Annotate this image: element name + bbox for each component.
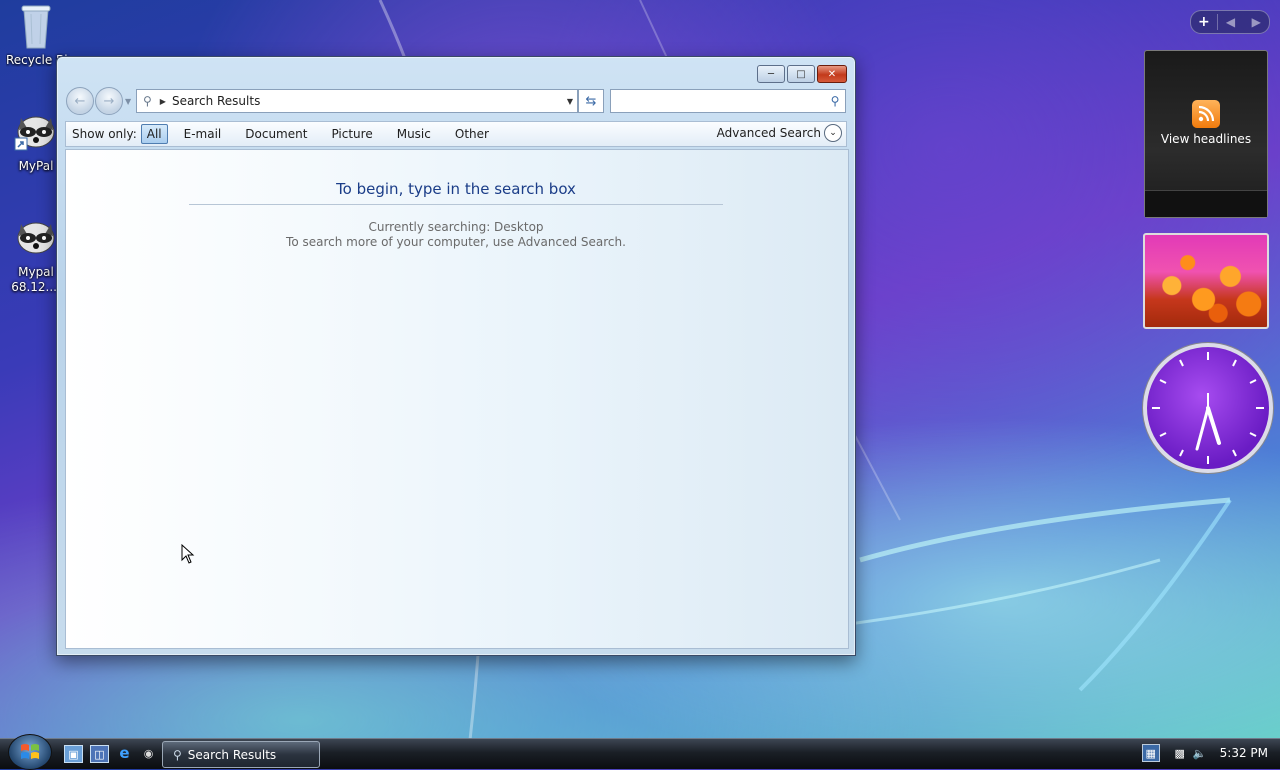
filter-music-button[interactable]: Music	[391, 124, 437, 144]
address-dropdown-button[interactable]: ▼	[563, 97, 577, 106]
maximize-button[interactable]: □	[787, 65, 815, 83]
forward-arrow-icon: →	[103, 93, 115, 109]
add-gadget-button[interactable]: +	[1191, 14, 1218, 30]
system-tray: ▦ ▩ 🔈 5:32 PM	[1141, 744, 1268, 762]
search-results-window[interactable]: ─ □ ✕ ← → ▼ ⚲ ▶ Search Results ▼ ⇆ ⚲ Sho…	[56, 56, 856, 656]
internet-explorer-icon[interactable]: e	[116, 744, 133, 762]
close-button[interactable]: ✕	[817, 65, 847, 83]
sidebar-controls: + ◀ ▶	[1190, 10, 1270, 34]
taskbar-button-label: Search Results	[187, 747, 277, 762]
clock-gadget[interactable]	[1143, 343, 1273, 473]
maximize-icon: □	[796, 68, 806, 80]
divider	[189, 204, 723, 205]
back-arrow-icon: ←	[74, 93, 86, 109]
advanced-search-label: Advanced Search	[716, 126, 821, 140]
forward-button[interactable]: →	[95, 87, 123, 115]
next-gadget-icon[interactable]: ▶	[1243, 15, 1269, 29]
rss-icon	[1192, 100, 1220, 128]
switch-windows-icon[interactable]: ◫	[90, 745, 109, 763]
filter-document-button[interactable]: Document	[239, 124, 313, 144]
minimize-button[interactable]: ─	[757, 65, 785, 83]
address-bar[interactable]: ⚲ ▶ Search Results ▼	[136, 89, 578, 113]
refresh-button[interactable]: ⇆	[578, 89, 604, 113]
filter-picture-button[interactable]: Picture	[325, 124, 378, 144]
results-pane: To begin, type in the search box Current…	[65, 149, 849, 649]
windows-sidebar-tray-icon[interactable]: ▦	[1141, 744, 1160, 762]
filter-email-button[interactable]: E-mail	[178, 124, 228, 144]
breadcrumb[interactable]: Search Results	[172, 94, 563, 108]
recent-pages-dropdown[interactable]: ▼	[125, 97, 131, 106]
raccoon-icon	[17, 222, 55, 254]
network-icon[interactable]: ▩	[1172, 745, 1188, 761]
back-button[interactable]: ←	[66, 87, 94, 115]
view-headlines-link[interactable]: View headlines	[1145, 132, 1267, 146]
filter-label: Show only:	[72, 127, 137, 141]
feed-footer	[1145, 190, 1267, 217]
advanced-search-hint: To search more of your computer, use Adv…	[286, 235, 626, 249]
filter-bar: Show only: All E-mail Document Picture M…	[65, 121, 847, 147]
windows-logo-icon	[21, 744, 39, 759]
recycle-bin-icon	[21, 5, 51, 49]
hour-hand	[1206, 406, 1221, 445]
search-icon: ⚲	[143, 94, 152, 108]
start-button[interactable]	[8, 734, 52, 770]
taskbar-clock[interactable]: 5:32 PM	[1220, 746, 1268, 760]
taskbar-button-search-results[interactable]: ⚲ Search Results	[162, 741, 320, 768]
mypal-quicklaunch-icon[interactable]: ◉	[140, 745, 157, 761]
searching-location-text: Currently searching: Desktop	[368, 220, 544, 234]
quick-launch: ▣ ◫ e ◉	[64, 744, 157, 763]
volume-muted-icon[interactable]: 🔈	[1192, 745, 1208, 761]
chevron-down-icon: ⌄	[824, 124, 842, 142]
raccoon-icon	[14, 116, 55, 151]
search-input[interactable]	[615, 91, 825, 111]
empty-state-heading: To begin, type in the search box	[336, 180, 576, 198]
show-desktop-icon[interactable]: ▣	[64, 745, 83, 763]
filter-all-button[interactable]: All	[140, 124, 168, 144]
search-box[interactable]: ⚲	[610, 89, 846, 113]
search-icon[interactable]: ⚲	[825, 94, 845, 108]
minimize-icon: ─	[767, 68, 775, 80]
feed-headlines-gadget[interactable]: View headlines	[1144, 50, 1268, 218]
close-icon: ✕	[827, 68, 837, 80]
minute-hand	[1195, 406, 1210, 451]
filter-other-button[interactable]: Other	[449, 124, 495, 144]
breadcrumb-arrow-icon[interactable]: ▶	[160, 97, 166, 106]
clock-face	[1152, 352, 1264, 464]
refresh-icon: ⇆	[585, 93, 597, 109]
search-icon: ⚲	[173, 747, 182, 762]
advanced-search-button[interactable]: Advanced Search ⌄	[717, 124, 842, 142]
navigation-buttons: ← → ▼	[66, 87, 131, 115]
previous-gadget-icon[interactable]: ◀	[1218, 15, 1244, 29]
caption-buttons: ─ □ ✕	[757, 65, 847, 83]
slideshow-gadget[interactable]	[1143, 233, 1269, 329]
